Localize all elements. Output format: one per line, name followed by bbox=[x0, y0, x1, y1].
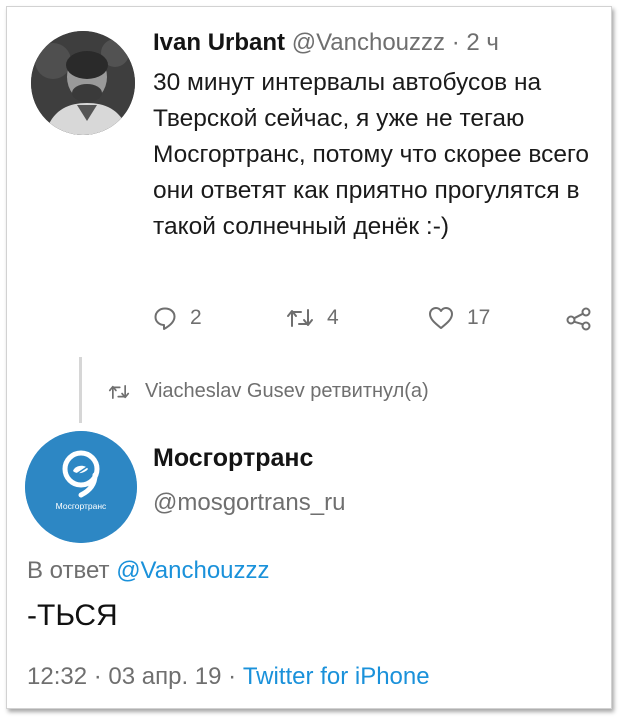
reply-tweet-meta: 12:32 · 03 апр. 19 · Twitter for iPhone bbox=[27, 663, 430, 691]
tweet-header: Ivan Urbant @Vanchouzzz · 2 ч bbox=[153, 29, 499, 57]
thread-connector-line bbox=[79, 357, 82, 423]
retweet-icon bbox=[108, 384, 130, 399]
retweet-notice-text: Viacheslav Gusev ретвитнул(а) bbox=[145, 380, 429, 402]
retweet-icon bbox=[287, 309, 313, 327]
reply-mention-link[interactable]: @Vanchouzzz bbox=[116, 557, 269, 584]
reply-button[interactable]: 2 bbox=[152, 305, 202, 331]
like-count: 17 bbox=[467, 306, 491, 329]
reply-count: 2 bbox=[190, 306, 202, 329]
avatar-photo bbox=[31, 31, 135, 135]
reply-tweet-text: -ТЬСЯ bbox=[27, 599, 118, 632]
mosgortrans-logo-icon bbox=[25, 431, 137, 543]
share-icon bbox=[566, 307, 591, 331]
reply-context: В ответ @Vanchouzzz bbox=[27, 557, 270, 585]
tweet-text: 30 минут интервалы автобусов на Тверской… bbox=[153, 69, 589, 240]
tweet-actions: 2 4 17 bbox=[7, 305, 611, 339]
meta-separator: · bbox=[93, 663, 102, 690]
header-separator: · bbox=[451, 29, 460, 56]
mosgortrans-avatar[interactable]: Мосгортранс bbox=[25, 431, 137, 543]
reply-prefix: В ответ bbox=[27, 557, 110, 584]
retweet-count: 4 bbox=[327, 306, 339, 329]
heart-icon bbox=[429, 307, 453, 329]
author-handle[interactable]: @Vanchouzzz bbox=[292, 29, 445, 56]
ivan-urbant-avatar[interactable] bbox=[31, 31, 135, 135]
tweet-source-link[interactable]: Twitter for iPhone bbox=[243, 663, 430, 690]
author-name[interactable]: Ivan Urbant bbox=[153, 29, 285, 56]
reply-date: 03 апр. 19 bbox=[108, 663, 222, 690]
reply-author-name[interactable]: Мосгортранс bbox=[153, 444, 313, 473]
reply-author-handle[interactable]: @mosgortrans_ru bbox=[153, 489, 345, 517]
meta-separator: · bbox=[228, 663, 237, 690]
like-button[interactable]: 17 bbox=[427, 305, 490, 331]
share-button[interactable] bbox=[565, 305, 593, 331]
avatar-caption: Мосгортранс bbox=[55, 501, 107, 511]
tweet-time[interactable]: 2 ч bbox=[466, 29, 499, 56]
retweet-notice[interactable]: Viacheslav Gusev ретвитнул(а) bbox=[107, 380, 429, 403]
retweet-button[interactable]: 4 bbox=[285, 305, 339, 331]
reply-time: 12:32 bbox=[27, 663, 88, 690]
reply-bubble-icon bbox=[154, 307, 176, 330]
screenshot-frame: Ivan Urbant @Vanchouzzz · 2 ч 30 минут и… bbox=[6, 6, 612, 709]
